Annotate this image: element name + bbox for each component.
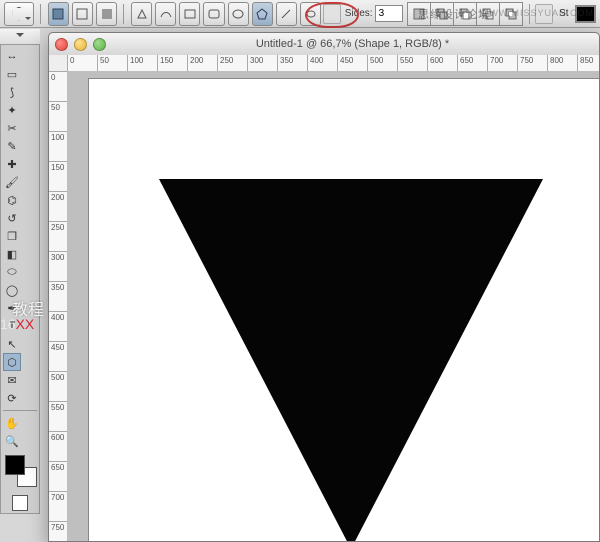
history-brush-tool[interactable]: ↺ <box>3 209 21 227</box>
toolbox-panel: ↔▭⟆✦✂✎✚🖌⌬↺❐◧⬭◯✒T↖⬡✉⟳✋🔍 <box>0 44 40 514</box>
watermark-url-text: WWW.MISSYUAN.COM <box>480 8 594 18</box>
window-titlebar[interactable]: Untitled-1 @ 66,7% (Shape 1, RGB/8) * <box>49 33 599 56</box>
polygon-icon <box>12 7 26 21</box>
lasso-tool[interactable]: ⟆ <box>3 83 21 101</box>
standard-mode-button[interactable] <box>12 495 28 511</box>
artboard[interactable] <box>89 79 599 541</box>
tool-preset-picker[interactable] <box>4 2 34 26</box>
polygon-tool[interactable]: ⬡ <box>3 353 21 371</box>
toolbox-menu-strip[interactable] <box>0 29 40 45</box>
eyedropper-tool[interactable]: ✎ <box>3 137 21 155</box>
shape-layers-mode-button[interactable] <box>48 2 69 26</box>
sides-input[interactable] <box>375 5 403 22</box>
crop-tool[interactable]: ✂ <box>3 119 21 137</box>
fill-pixels-mode-button[interactable] <box>96 2 117 26</box>
document-title: Untitled-1 @ 66,7% (Shape 1, RGB/8) * <box>112 38 593 50</box>
chevron-down-icon <box>16 33 24 41</box>
gradient-tool[interactable]: ◧ <box>3 245 21 263</box>
polygon-shape-icon[interactable] <box>252 2 273 26</box>
quick-mask-row <box>3 495 37 511</box>
window-close-button[interactable] <box>55 38 68 51</box>
move-tool[interactable]: ↔ <box>3 47 21 65</box>
path-selection-tool[interactable]: ↖ <box>3 335 21 353</box>
blur-tool[interactable]: ⬭ <box>3 263 21 281</box>
magic-wand-tool[interactable]: ✦ <box>3 101 21 119</box>
rounded-rect-shape-icon[interactable] <box>203 2 224 26</box>
foreground-color-swatch[interactable] <box>5 455 25 475</box>
watermark-canvas-line2: 16XX <box>0 316 34 332</box>
ellipse-shape-icon[interactable] <box>228 2 249 26</box>
chevron-down-icon <box>25 17 31 23</box>
shape-triangle[interactable] <box>159 179 543 541</box>
clone-stamp-tool[interactable]: ⌬ <box>3 191 21 209</box>
shape-options-dropdown[interactable] <box>323 4 341 24</box>
canvas-viewport[interactable] <box>67 71 599 541</box>
zoom-tool[interactable]: 🔍 <box>3 432 21 450</box>
notes-tool[interactable]: ✉ <box>3 371 21 389</box>
paths-mode-button[interactable] <box>72 2 93 26</box>
eraser-tool[interactable]: ❐ <box>3 227 21 245</box>
line-shape-icon[interactable] <box>276 2 297 26</box>
rect-shape-icon[interactable] <box>179 2 200 26</box>
sides-label: Sides: <box>345 8 373 19</box>
horizontal-ruler[interactable]: 0501001502002503003504004505005506006507… <box>67 55 599 72</box>
3d-rotate-tool[interactable]: ⟳ <box>3 389 21 407</box>
marquee-tool[interactable]: ▭ <box>3 65 21 83</box>
hand-tool[interactable]: ✋ <box>3 414 21 432</box>
pen-shape-icon[interactable] <box>131 2 152 26</box>
freeform-pen-icon[interactable] <box>155 2 176 26</box>
healing-brush-tool[interactable]: ✚ <box>3 155 21 173</box>
window-minimize-button[interactable] <box>74 38 87 51</box>
ruler-origin[interactable] <box>49 55 68 72</box>
custom-shape-icon[interactable] <box>300 2 321 26</box>
document-window: Untitled-1 @ 66,7% (Shape 1, RGB/8) * 05… <box>48 32 600 542</box>
color-swatches[interactable] <box>3 453 37 491</box>
brush-tool[interactable]: 🖌 <box>3 173 21 191</box>
vertical-ruler[interactable]: 0501001502002503003504004505005506006507… <box>49 71 68 541</box>
window-zoom-button[interactable] <box>93 38 106 51</box>
